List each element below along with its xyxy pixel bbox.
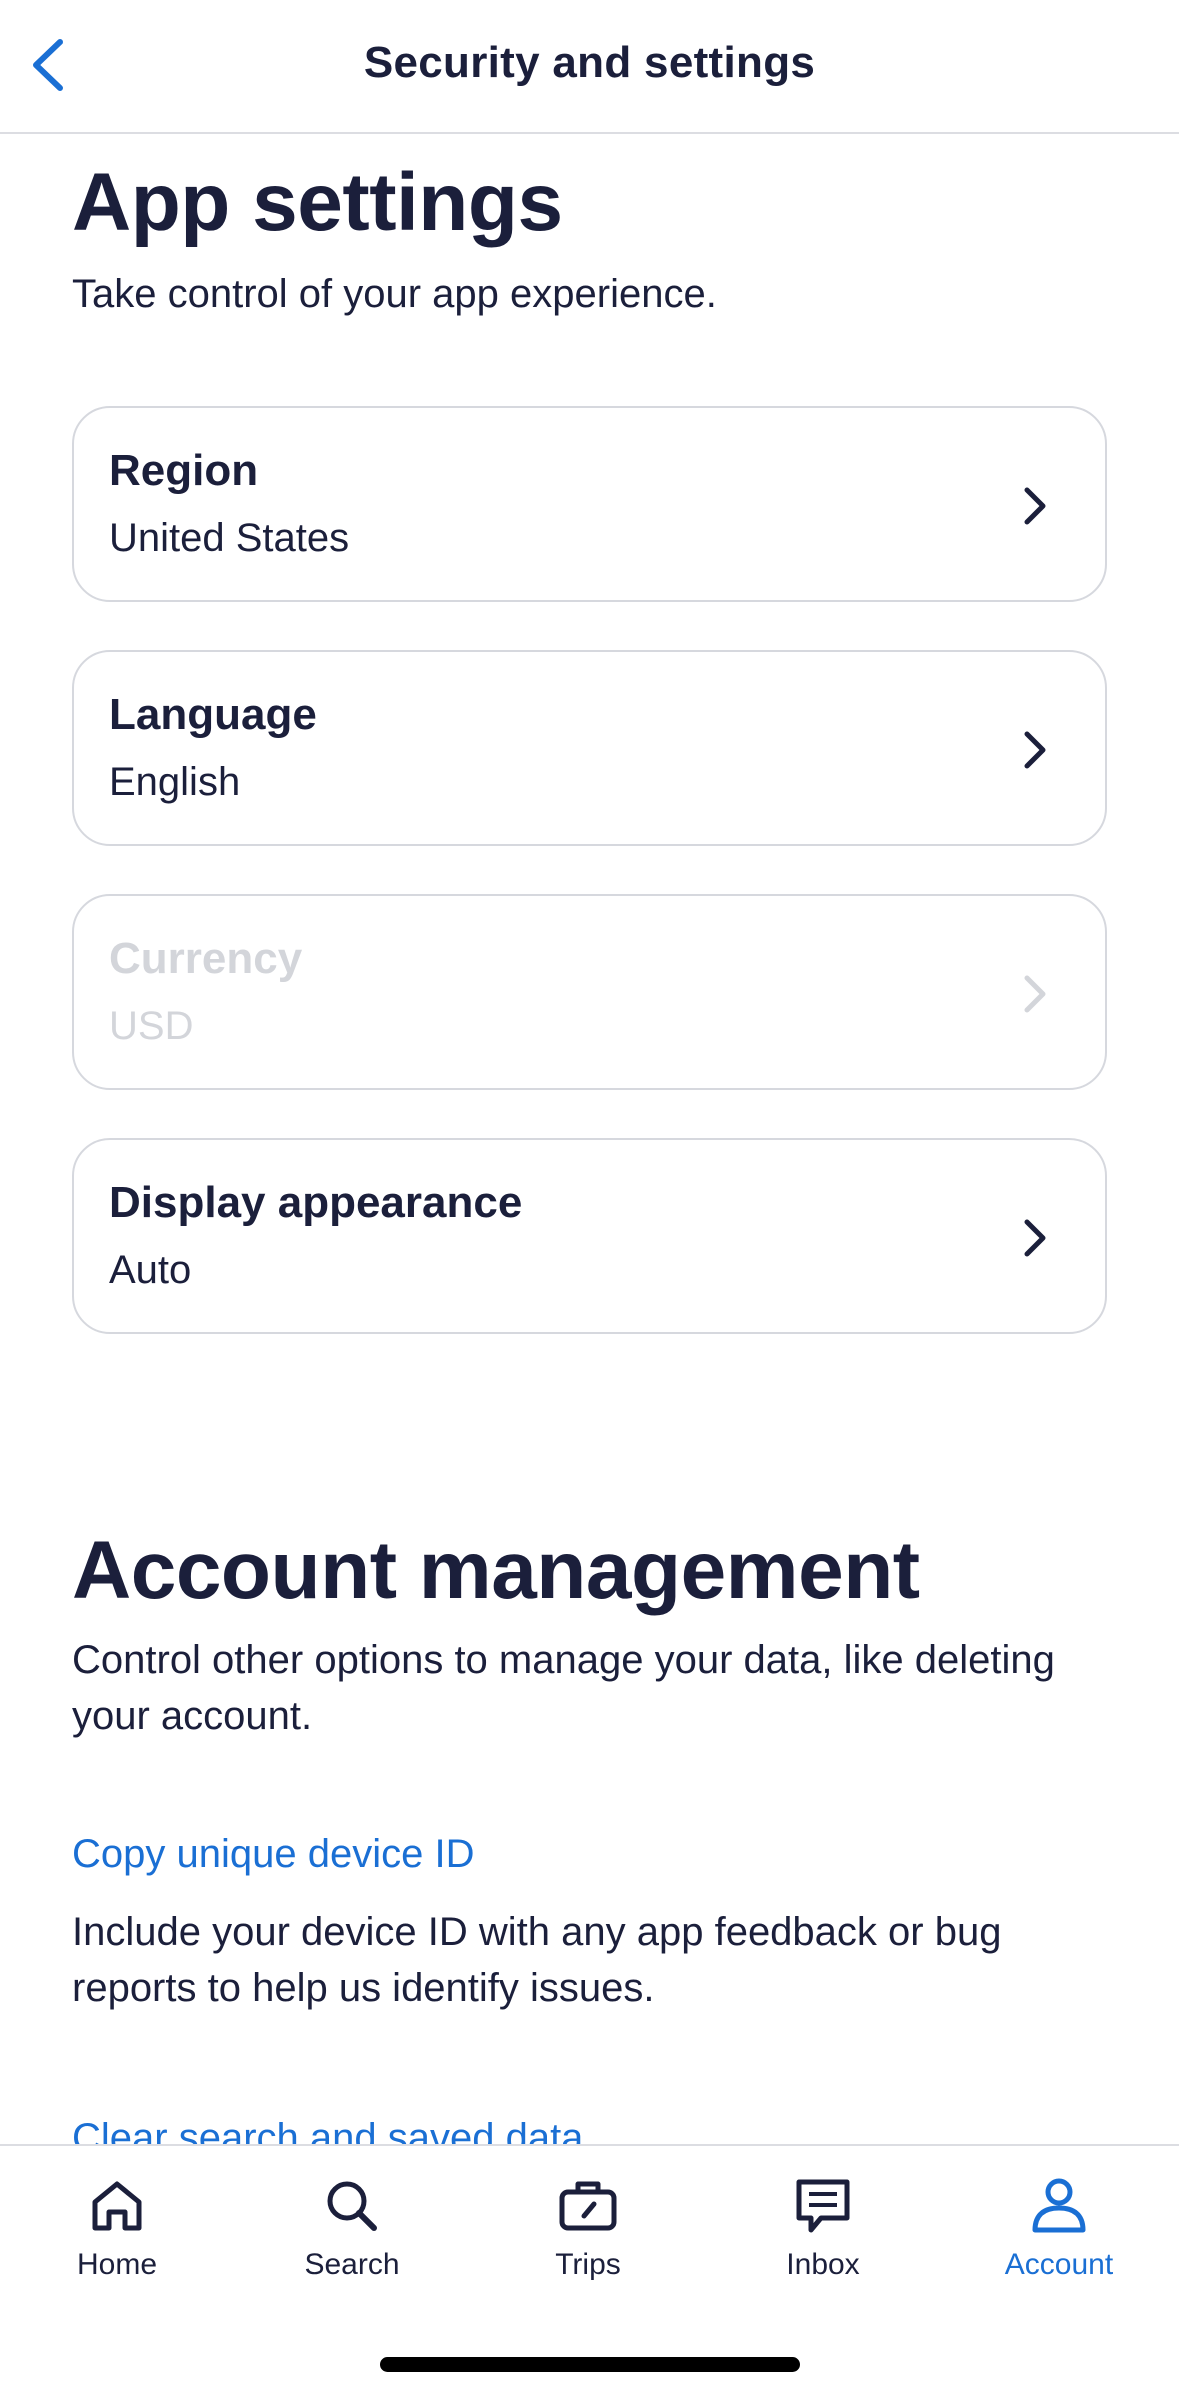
settings-content[interactable]: App settings Take control of your app ex… (0, 136, 1179, 2144)
app-settings-subtitle: Take control of your app experience. (72, 272, 717, 316)
search-icon (327, 2181, 377, 2231)
language-row[interactable]: Language English (72, 650, 1107, 846)
currency-value: USD (109, 1004, 194, 1048)
region-row[interactable]: Region United States (72, 406, 1107, 602)
chevron-right-icon (1024, 731, 1046, 769)
language-label: Language (109, 690, 317, 739)
briefcase-icon (559, 2181, 617, 2231)
region-value: United States (109, 516, 350, 560)
copy-device-id-link[interactable]: Copy unique device ID (72, 1832, 474, 1877)
person-icon (1032, 2178, 1086, 2233)
tab-inbox-label: Inbox (786, 2248, 860, 2281)
language-value: English (109, 760, 241, 804)
home-indicator (380, 2357, 800, 2372)
display-appearance-label: Display appearance (109, 1178, 523, 1227)
chevron-right-icon (1024, 975, 1046, 1013)
page-title: Security and settings (363, 38, 816, 87)
tab-home[interactable]: Home (17, 2174, 217, 2294)
account-management-heading: Account management (72, 1525, 920, 1616)
message-icon (796, 2179, 850, 2233)
chevron-right-icon (1024, 1219, 1046, 1257)
tab-trips[interactable]: Trips (488, 2174, 688, 2294)
account-management-subtitle: Control other options to manage your dat… (72, 1638, 1055, 1738)
tab-inbox[interactable]: Inbox (723, 2174, 923, 2294)
tab-home-label: Home (76, 2248, 158, 2281)
chevron-right-icon (1024, 487, 1046, 525)
top-nav-bar: Security and settings (0, 0, 1179, 134)
display-appearance-value: Auto (109, 1248, 192, 1292)
tab-account[interactable]: Account (959, 2174, 1159, 2294)
tab-account-label: Account (1004, 2248, 1114, 2281)
currency-row: Currency USD (72, 894, 1107, 1090)
home-icon (92, 2181, 142, 2231)
currency-label: Currency (109, 934, 303, 983)
app-settings-heading: App settings (72, 157, 563, 248)
display-appearance-row[interactable]: Display appearance Auto (72, 1138, 1107, 1334)
security-settings-screen: Security and settings App settings Take … (0, 0, 1179, 2396)
region-label: Region (109, 446, 259, 495)
tab-search-label: Search (304, 2248, 400, 2281)
clear-data-link[interactable]: Clear search and saved data (72, 2116, 583, 2144)
copy-device-id-description: Include your device ID with any app feed… (72, 1910, 1002, 2010)
tab-trips-label: Trips (555, 2248, 621, 2281)
tab-search[interactable]: Search (252, 2174, 452, 2294)
